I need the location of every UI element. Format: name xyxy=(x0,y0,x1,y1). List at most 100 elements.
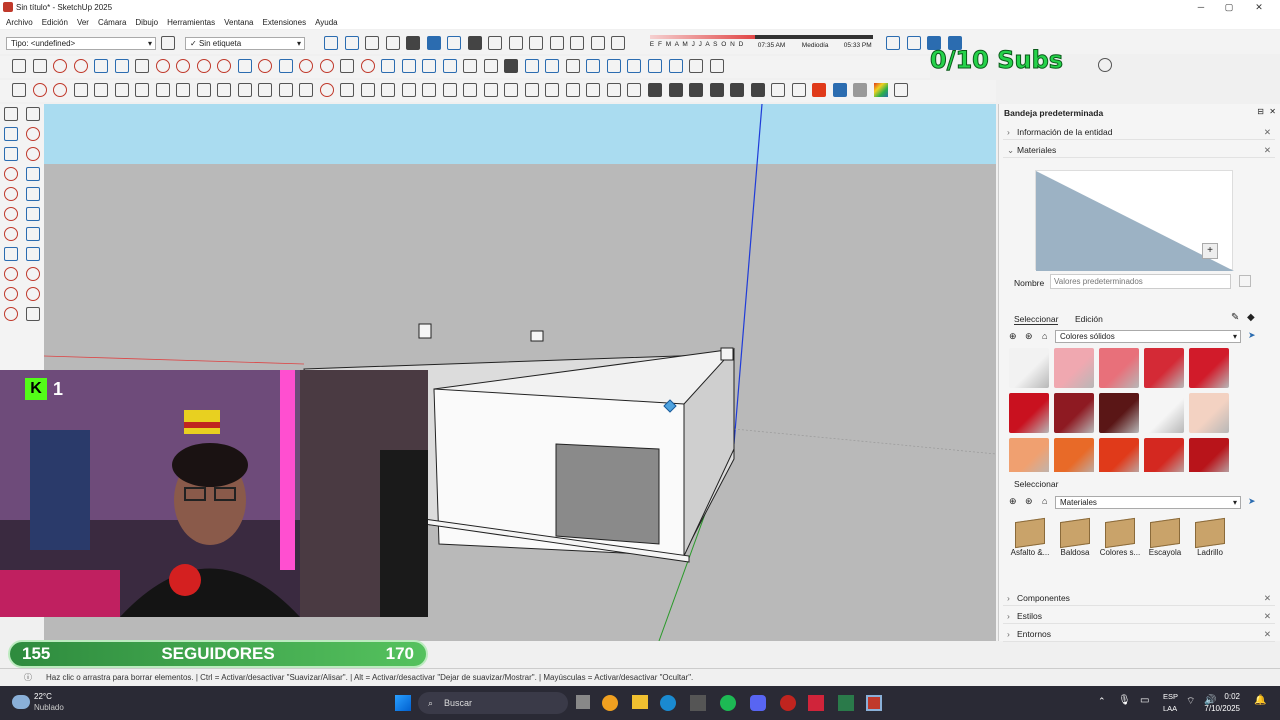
menu-ayuda[interactable]: Ayuda xyxy=(315,18,338,27)
rectangle-icon[interactable] xyxy=(114,59,129,73)
rotated-rectangle-icon[interactable] xyxy=(26,187,40,201)
select-icon[interactable] xyxy=(32,59,47,73)
top-view-icon[interactable] xyxy=(508,36,523,50)
color-swatch[interactable] xyxy=(1054,438,1094,472)
color-swatch[interactable] xyxy=(1054,393,1094,433)
bend-icon[interactable] xyxy=(442,83,457,97)
color-swatch[interactable] xyxy=(1189,348,1229,388)
materials-panel-header[interactable]: ⌄ Materiales ✕ xyxy=(1003,142,1275,158)
component-tool-icon[interactable] xyxy=(4,147,18,161)
union-icon[interactable] xyxy=(606,59,621,73)
sandbox-icon[interactable] xyxy=(12,83,26,97)
zoom-icon[interactable] xyxy=(422,59,437,73)
axes-icon[interactable] xyxy=(360,59,375,73)
material-folder[interactable]: Ladrillo xyxy=(1189,517,1231,557)
home-icon[interactable]: ⌂ xyxy=(1042,331,1047,341)
section-display-icon[interactable] xyxy=(906,36,921,50)
tape-icon[interactable] xyxy=(278,59,293,73)
stair-icon[interactable] xyxy=(545,83,560,97)
copilot-icon[interactable] xyxy=(602,695,618,711)
railing-icon[interactable] xyxy=(730,83,745,97)
smoove-icon[interactable] xyxy=(114,83,129,97)
offset-icon[interactable] xyxy=(258,59,273,73)
color-swatch[interactable] xyxy=(1144,438,1184,472)
close-icon[interactable]: ✕ xyxy=(1264,124,1271,140)
type-select[interactable]: Tipo: <undefined> xyxy=(6,36,156,50)
home-icon-2[interactable]: ⌂ xyxy=(1042,496,1047,506)
circle-tool-icon[interactable] xyxy=(4,207,18,221)
menu-ventana[interactable]: Ventana xyxy=(224,18,253,27)
add-detail-icon[interactable] xyxy=(155,83,170,97)
forward-icon[interactable]: ⊛ xyxy=(1025,331,1033,342)
red-cube-icon[interactable] xyxy=(812,83,827,97)
color-swatch[interactable] xyxy=(1099,438,1139,472)
left-view-icon[interactable] xyxy=(570,36,585,50)
components-panel-header[interactable]: › Componentes ✕ xyxy=(1003,590,1275,606)
sketchup-taskbar-icon[interactable] xyxy=(866,695,882,711)
windows-start-icon[interactable] xyxy=(395,695,411,711)
profile-icon[interactable] xyxy=(504,83,519,97)
user-icon[interactable] xyxy=(504,59,519,73)
curve-icon[interactable] xyxy=(53,83,68,97)
front-view-icon[interactable] xyxy=(488,36,503,50)
file-explorer-icon[interactable] xyxy=(632,695,648,709)
warehouse-icon[interactable] xyxy=(463,59,478,73)
language-label[interactable]: ESP xyxy=(1163,692,1178,701)
joist-icon[interactable] xyxy=(771,83,786,97)
joint-icon[interactable] xyxy=(319,83,334,97)
menu-dibujo[interactable]: Dibujo xyxy=(135,18,158,27)
library-select-1[interactable]: Colores sólidos xyxy=(1055,330,1241,343)
paint-bucket-small-icon[interactable]: ◆ xyxy=(1247,312,1255,323)
close-icon[interactable]: ✕ xyxy=(1264,626,1271,642)
minimize-button[interactable]: ─ xyxy=(1186,0,1216,15)
color-swatch[interactable] xyxy=(1009,393,1049,433)
flip-icon[interactable] xyxy=(135,83,150,97)
pan-icon[interactable] xyxy=(401,59,416,73)
tag-select[interactable]: ✓ Sin etiqueta xyxy=(185,36,306,50)
material-folder[interactable]: Asfalto &... xyxy=(1009,517,1051,557)
intersect-icon[interactable] xyxy=(586,59,601,73)
lathe-icon[interactable] xyxy=(401,83,416,97)
arc-tool-icon[interactable] xyxy=(4,227,18,241)
xray-icon[interactable] xyxy=(344,36,359,50)
discord-icon[interactable] xyxy=(750,695,766,711)
menu-herramientas[interactable]: Herramientas xyxy=(167,18,215,27)
rotate-tool-icon[interactable] xyxy=(26,267,40,281)
monochrome-icon[interactable] xyxy=(467,36,482,50)
trim-icon[interactable] xyxy=(647,59,662,73)
eraser-toolbar-icon[interactable] xyxy=(611,36,626,50)
select-tool-icon[interactable] xyxy=(4,107,18,121)
skin-icon[interactable] xyxy=(381,83,396,97)
protractor-icon[interactable] xyxy=(319,59,334,73)
sweep-icon[interactable] xyxy=(360,83,375,97)
loft-icon[interactable] xyxy=(340,83,355,97)
back-edges-icon[interactable] xyxy=(365,36,380,50)
tag-tool-icon[interactable] xyxy=(26,147,40,161)
back-icon[interactable]: ⊕ xyxy=(1009,331,1017,342)
offset-tool-icon[interactable] xyxy=(26,287,40,301)
gear-icon[interactable] xyxy=(791,83,806,97)
shaded-icon[interactable] xyxy=(426,36,441,50)
iso-view-icon[interactable] xyxy=(324,36,339,50)
help-icon[interactable] xyxy=(1096,58,1114,72)
color-swatch[interactable] xyxy=(1189,438,1229,472)
move-tool-icon[interactable] xyxy=(4,267,18,281)
spotify-icon[interactable] xyxy=(720,695,736,711)
drape-icon[interactable] xyxy=(73,83,88,97)
close-icon[interactable]: ✕ xyxy=(1264,590,1271,606)
forward-icon-2[interactable]: ⊛ xyxy=(1025,496,1033,507)
section-plane-icon[interactable] xyxy=(886,36,901,50)
app-icon[interactable] xyxy=(838,695,854,711)
color-icon[interactable] xyxy=(873,83,888,97)
line-icon[interactable] xyxy=(94,59,109,73)
environments-panel-header[interactable]: › Entornos ✕ xyxy=(1003,626,1275,642)
shell-icon[interactable] xyxy=(237,83,252,97)
tray-close-icon[interactable]: ✕ xyxy=(1269,107,1276,116)
pencil-icon[interactable] xyxy=(73,59,88,73)
material-name-input[interactable] xyxy=(1050,274,1231,289)
polygon-tool-icon[interactable] xyxy=(26,207,40,221)
menu-ver[interactable]: Ver xyxy=(77,18,89,27)
taper-icon[interactable] xyxy=(463,83,478,97)
library-select-2[interactable]: Materiales xyxy=(1055,496,1241,509)
menu-camara[interactable]: Cámara xyxy=(98,18,126,27)
